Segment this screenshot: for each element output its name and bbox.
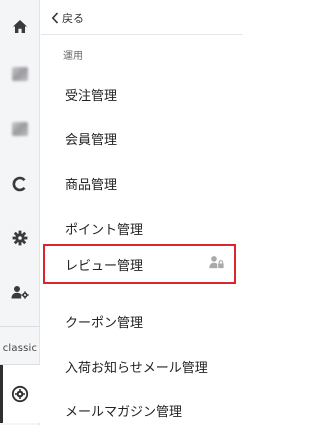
c-brand-icon [12,176,26,192]
menu-item-label: ポイント管理 [65,222,144,238]
menu-item-label: 商品管理 [65,177,118,193]
user-lock-icon [209,256,224,273]
section-heading: 運用 [63,51,83,62]
menu-item-coupons[interactable]: クーポン管理 [41,299,243,343]
back-button[interactable]: 戻る [51,10,84,26]
rail-item-blurred-1[interactable] [0,60,40,88]
menu-item-label: 入荷お知らせメール管理 [65,360,208,376]
rail-item-home[interactable] [0,12,40,40]
chevron-left-icon [51,12,59,24]
rail-item-operations[interactable] [0,365,40,423]
menu-item-orders[interactable]: 受注管理 [41,72,243,116]
menu-item-label: メールマガジン管理 [65,404,183,420]
back-label: 戻る [62,12,84,25]
divider [41,34,243,35]
gear-icon [12,230,28,246]
menu-item-label: レビュー管理 [65,258,144,274]
operation-gear-icon [11,385,29,403]
user-gear-icon [11,286,29,299]
classic-label[interactable]: classic [0,343,40,354]
blurred-icon [12,122,28,136]
sidebar-rail: classic [0,0,40,425]
menu-item-label: 会員管理 [65,132,118,148]
blurred-icon [12,67,28,81]
menu-item-label: クーポン管理 [65,315,144,331]
menu-item-mail-magazine[interactable]: メールマガジン管理 [41,388,243,425]
rail-item-blurred-2[interactable] [0,115,40,143]
rail-item-settings[interactable] [0,224,40,252]
rail-item-brand[interactable] [0,170,40,198]
rail-item-users[interactable] [0,278,40,306]
menu-item-label: 受注管理 [65,88,118,104]
rail-divider [0,326,40,327]
home-icon [13,19,27,33]
menu-item-reviews[interactable]: レビュー管理 [43,244,236,284]
menu-item-restock-mail[interactable]: 入荷お知らせメール管理 [41,344,243,388]
menu-item-members[interactable]: 会員管理 [41,116,243,160]
menu-item-products[interactable]: 商品管理 [41,161,243,205]
